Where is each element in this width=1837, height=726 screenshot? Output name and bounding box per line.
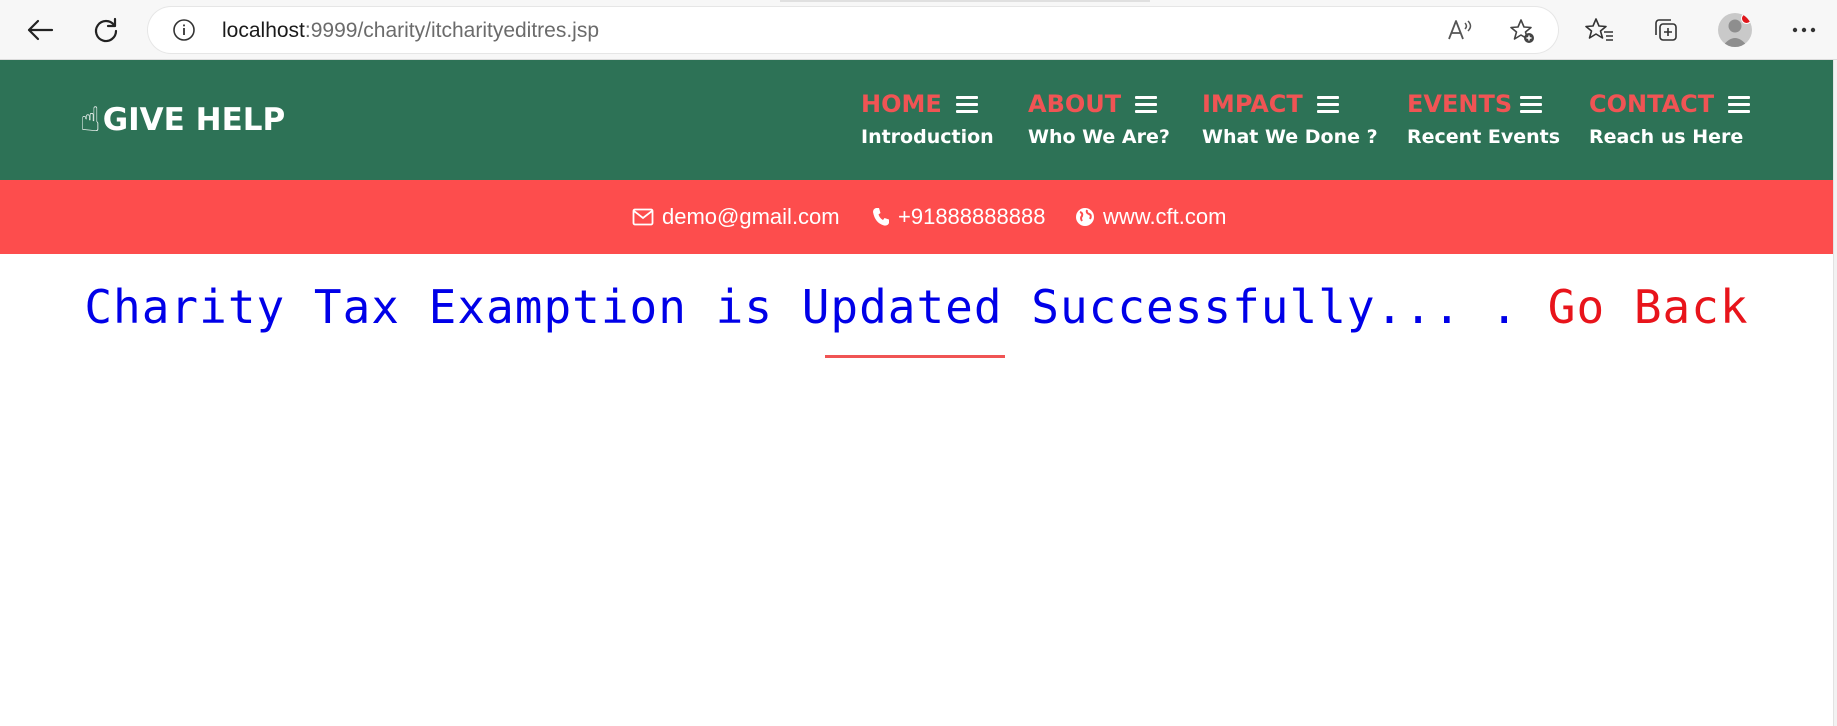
- collections-icon[interactable]: [1648, 12, 1684, 48]
- phone-text: +91888888888: [898, 204, 1046, 229]
- success-text: Charity Tax Examption is Updated Success…: [84, 280, 1548, 334]
- logo-text: GIVE HELP: [102, 102, 286, 138]
- profile-avatar[interactable]: [1718, 13, 1752, 47]
- email-text: demo@gmail.com: [662, 204, 840, 229]
- menu-icon: [1135, 95, 1158, 113]
- contact-phone[interactable]: +91888888888: [872, 204, 1045, 230]
- envelope-icon: [632, 208, 654, 226]
- refresh-icon[interactable]: [88, 12, 124, 48]
- menu-icon: [1316, 95, 1339, 113]
- pointing-hand-icon: ☝: [80, 100, 101, 140]
- nav-home-title: HOME: [861, 90, 942, 118]
- nav-contact[interactable]: CONTACT Reach us Here: [1589, 90, 1751, 148]
- nav-contact-title: CONTACT: [1589, 90, 1715, 118]
- address-bar[interactable]: localhost:9999/charity/itcharityeditres.…: [148, 7, 1558, 53]
- status-message: Charity Tax Examption is Updated Success…: [0, 280, 1833, 334]
- url-host: localhost: [222, 19, 305, 42]
- notification-dot: [1741, 13, 1752, 24]
- nav-events-subtitle: Recent Events: [1407, 126, 1561, 148]
- nav-home[interactable]: HOME Introduction: [861, 90, 994, 148]
- tab-strip-edge: [780, 0, 1150, 2]
- globe-icon: [1076, 208, 1094, 226]
- nav-contact-subtitle: Reach us Here: [1589, 126, 1744, 148]
- menu-icon: [955, 95, 978, 113]
- title-underline: [825, 355, 1005, 358]
- nav-impact-subtitle: What We Done ?: [1202, 126, 1378, 148]
- read-aloud-icon[interactable]: [1446, 17, 1474, 48]
- nav-events[interactable]: EVENTS Recent Events: [1407, 90, 1560, 148]
- logo[interactable]: ☝ GIVE HELP: [80, 100, 285, 140]
- back-arrow-icon[interactable]: [22, 12, 58, 48]
- nav-impact[interactable]: IMPACT What We Done ?: [1202, 90, 1378, 148]
- website-text: www.cft.com: [1103, 204, 1227, 229]
- contact-band: demo@gmail.com +91888888888 www.cft.com: [0, 180, 1833, 254]
- favorites-icon[interactable]: [1582, 12, 1618, 48]
- more-options-icon[interactable]: [1786, 12, 1822, 48]
- nav-impact-title: IMPACT: [1202, 90, 1303, 118]
- url-path: :9999/charity/itcharityeditres.jsp: [304, 19, 600, 42]
- info-icon[interactable]: [172, 18, 196, 47]
- go-back-link[interactable]: Go Back: [1548, 280, 1749, 334]
- add-favorite-icon[interactable]: [1508, 17, 1536, 50]
- phone-icon: [873, 208, 889, 226]
- contact-email[interactable]: demo@gmail.com: [632, 204, 840, 230]
- menu-icon: [1728, 95, 1751, 113]
- nav-about-subtitle: Who We Are?: [1028, 126, 1170, 148]
- url-text[interactable]: localhost:9999/charity/itcharityeditres.…: [222, 19, 599, 43]
- nav-about[interactable]: ABOUT Who We Are?: [1028, 90, 1170, 148]
- site-header: ☝ GIVE HELP HOME Introduction ABOUT Who …: [0, 60, 1833, 180]
- nav-home-subtitle: Introduction: [861, 126, 994, 148]
- nav-events-title: EVENTS: [1407, 90, 1513, 118]
- contact-website[interactable]: www.cft.com: [1075, 204, 1226, 230]
- page-scrollbar-edge: [1833, 60, 1837, 726]
- menu-icon: [1520, 95, 1543, 113]
- nav-about-title: ABOUT: [1028, 90, 1122, 118]
- browser-toolbar: localhost:9999/charity/itcharityeditres.…: [0, 0, 1837, 60]
